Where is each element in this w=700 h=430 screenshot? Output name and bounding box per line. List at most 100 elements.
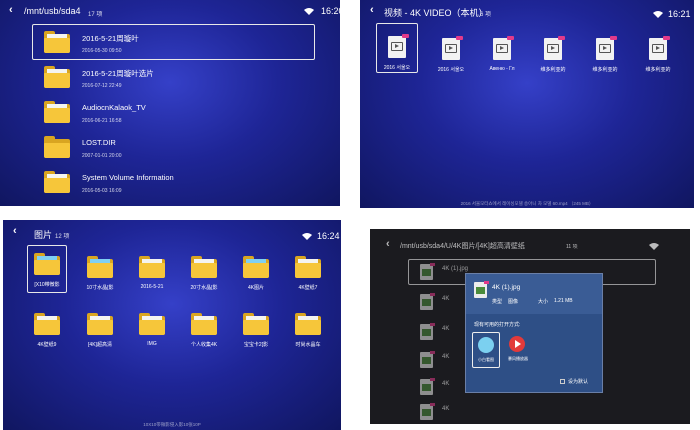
dialog-title: 4K (1).jpg (492, 284, 521, 291)
row-name: LOST.DIR (82, 138, 116, 147)
type-label: 类型 (492, 299, 503, 305)
item-label: 4K壁纸9 (37, 342, 57, 348)
folder-icon (44, 31, 70, 53)
row-name: 2016-5-21周璇叶选片 (82, 69, 154, 78)
folder-icon (44, 171, 70, 193)
size-label: 大小 (538, 299, 549, 305)
row-date: 2016-06-21 16:58 (82, 118, 122, 124)
wifi-icon (653, 11, 663, 18)
image-file-icon (420, 378, 435, 395)
item-label: 2016-5-21 (140, 284, 164, 290)
open-with-prompt: 现有可用的打开方式: (474, 322, 521, 328)
item-label: 时尚水晶车 (295, 342, 321, 348)
video-file-icon (649, 36, 670, 60)
image-file-icon (420, 403, 435, 420)
folder-icon (191, 313, 217, 335)
video-player-icon (509, 336, 525, 352)
current-path: /mnt/usb/sda4 (24, 6, 81, 16)
folder-icon (44, 101, 70, 123)
item-count: 11 项 (566, 244, 578, 250)
wifi-icon (304, 8, 314, 15)
video-file-icon (388, 34, 409, 58)
item-count: 6 项 (480, 12, 492, 18)
app-option-image-viewer[interactable]: 小白看图 (472, 332, 500, 368)
video-file-icon (493, 36, 514, 60)
set-default-checkbox[interactable] (560, 379, 565, 384)
folder-icon (44, 66, 70, 88)
item-label: 维多利亚的 (540, 67, 566, 73)
selected-file-info: 2016 서울모터쇼에서 레이싱모델 송아니 차 모델 60.mp4 （245 … (460, 201, 594, 206)
folder-icon (87, 313, 113, 335)
back-arrow-icon[interactable]: ‹ (13, 225, 17, 237)
row-date: 2016-05-03 16:09 (82, 188, 122, 194)
item-label: 4K壁纸7 (298, 285, 318, 291)
folder-icon (295, 256, 321, 278)
item-label: 维多利亚的 (592, 67, 618, 73)
item-label: [X10带微影 (34, 282, 60, 288)
row-date: 2016-05-30 09:50 (82, 48, 122, 54)
folder-icon (44, 136, 70, 158)
folder-icon (87, 256, 113, 278)
row-name: 4K (442, 354, 450, 360)
image-file-icon (420, 351, 435, 368)
item-label: IMG (147, 341, 157, 347)
row-name: 4K (442, 296, 450, 302)
item-count: 12 项 (55, 234, 70, 240)
folder-icon (34, 253, 60, 275)
folder-icon (243, 256, 269, 278)
video-file-icon (596, 36, 617, 60)
row-name: 4K (442, 406, 450, 412)
back-arrow-icon[interactable]: ‹ (386, 238, 390, 250)
item-label: 个人收集4K (190, 342, 218, 348)
row-date: 2016-07-12 22:49 (82, 83, 122, 89)
set-default-label: 设为默认 (568, 379, 589, 385)
item-label: 2016 서울오 (437, 67, 465, 73)
image-file-icon (474, 281, 489, 298)
clock: 16:20 (321, 6, 340, 16)
row-name: 4K (442, 381, 450, 387)
video-file-icon (544, 36, 565, 60)
item-label: 20寸水晶[影 (190, 285, 218, 291)
row-date: 2007-01-01 20:00 (82, 153, 122, 159)
app-option-video-player[interactable]: 暴风播放器 (504, 332, 532, 368)
row-name: 2016-5-21周璇叶 (82, 34, 139, 43)
item-count: 17 项 (88, 12, 103, 18)
folder-icon (139, 256, 165, 278)
item-label: 10寸水晶[影 (86, 285, 114, 291)
page-title: 视频 - 4K VIDEO（本机） (384, 8, 488, 18)
clock: 16:24 (317, 231, 340, 241)
row-name: 4K (1).jpg (442, 266, 469, 272)
image-viewer-icon (478, 337, 494, 353)
wifi-icon (302, 233, 312, 240)
current-path: /mnt/usb/sda4/U/4K图片/[4K]超高清壁纸 (400, 243, 525, 250)
video-panel: ‹ 视频 - 4K VIDEO（本机） 6 项 16:21 2016 서울오 2… (360, 0, 694, 208)
row-name: System Volume Information (82, 173, 174, 182)
row-name: AudiocnKalaok_TV (82, 103, 146, 112)
back-arrow-icon[interactable]: ‹ (370, 4, 374, 16)
folder-icon (139, 313, 165, 335)
item-label: Авеню - Гл (489, 66, 515, 72)
row-name: 4K (442, 326, 450, 332)
back-arrow-icon[interactable]: ‹ (9, 4, 13, 16)
app-label: 暴风播放器 (508, 356, 528, 361)
item-label: [4K]超高清 (88, 342, 112, 348)
image-file-icon (420, 293, 435, 310)
selected-row-highlight (32, 24, 315, 60)
folder-icon (34, 313, 60, 335)
size-value: 1.21 MB (554, 298, 573, 304)
wifi-icon (649, 243, 659, 250)
item-label: 4K图片 (247, 285, 265, 291)
folder-icon (191, 256, 217, 278)
file-browser-panel: ‹ /mnt/usb/sda4 17 项 16:20 2016-5-21周璇叶 … (0, 0, 340, 206)
image-file-icon (420, 323, 435, 340)
type-value: 图像 (508, 299, 519, 305)
clock: 16:21 (668, 9, 691, 19)
app-label: 小白看图 (478, 357, 494, 362)
item-label: 维多利亚的 (645, 67, 671, 73)
pictures-panel: ‹ 图片 12 项 16:24 [X10带微影 10寸水晶[影 2016-5-2… (3, 220, 341, 430)
folder-icon (295, 313, 321, 335)
image-file-icon (420, 263, 435, 280)
video-file-icon (442, 36, 463, 60)
folder-icon (243, 313, 269, 335)
open-with-panel: ‹ /mnt/usb/sda4/U/4K图片/[4K]超高清壁纸 11 项 4K… (370, 229, 690, 424)
